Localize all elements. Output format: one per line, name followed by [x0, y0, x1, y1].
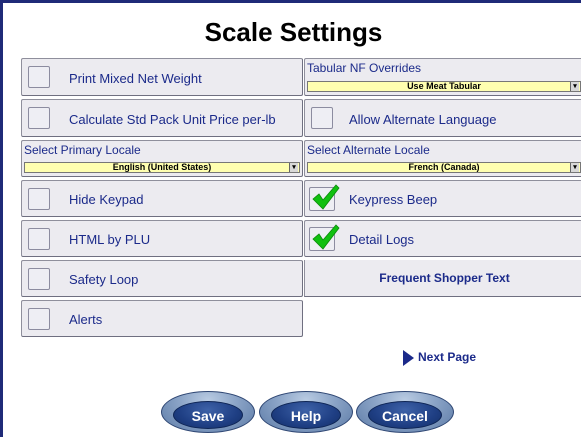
print-mixed-net-weight-label: Print Mixed Net Weight [69, 71, 202, 86]
detail-logs-label: Detail Logs [349, 232, 415, 247]
html-by-plu-label: HTML by PLU [69, 232, 151, 247]
select-alternate-locale-dropdown[interactable]: French (Canada) ▾ [307, 162, 581, 173]
alerts-option[interactable]: Alerts [21, 300, 303, 337]
keypress-beep-label: Keypress Beep [349, 192, 438, 207]
dropdown-arrow-icon[interactable]: ▾ [289, 163, 298, 172]
cancel-button-label: Cancel [368, 401, 442, 429]
tabular-nf-overrides-select[interactable]: Tabular NF Overrides Use Meat Tabular ▾ [304, 58, 581, 96]
select-primary-locale-select[interactable]: Select Primary Locale English (United St… [21, 140, 303, 177]
allow-alternate-language-checkbox[interactable] [311, 107, 333, 129]
detail-logs-option[interactable]: Detail Logs [304, 220, 581, 257]
select-alternate-locale-label: Select Alternate Locale [307, 143, 430, 157]
keypress-beep-option[interactable]: Keypress Beep [304, 180, 581, 217]
html-by-plu-checkbox[interactable] [28, 228, 50, 250]
frequent-shopper-text-label: Frequent Shopper Text [379, 271, 510, 285]
safety-loop-label: Safety Loop [69, 272, 139, 287]
tabular-nf-overrides-value: Use Meat Tabular [407, 81, 481, 91]
page-title: Scale Settings [204, 17, 383, 47]
calculate-std-pack-option[interactable]: Calculate Std Pack Unit Price per-lb [21, 99, 303, 137]
scale-settings-window: Scale Settings Print Mixed Net Weight Ta… [0, 0, 581, 437]
select-primary-locale-dropdown[interactable]: English (United States) ▾ [24, 162, 300, 173]
help-button[interactable]: Help [259, 391, 353, 433]
calculate-std-pack-checkbox[interactable] [28, 107, 50, 129]
keypress-beep-checkbox[interactable] [309, 184, 340, 211]
select-primary-locale-value: English (United States) [112, 162, 212, 172]
select-primary-locale-label: Select Primary Locale [24, 143, 141, 157]
hide-keypad-label: Hide Keypad [69, 192, 144, 207]
print-mixed-net-weight-checkbox[interactable] [28, 66, 50, 88]
alerts-checkbox[interactable] [28, 308, 50, 330]
print-mixed-net-weight-option[interactable]: Print Mixed Net Weight [21, 58, 303, 96]
play-arrow-icon [403, 350, 414, 366]
allow-alternate-language-label: Allow Alternate Language [349, 112, 497, 127]
select-alternate-locale-value: French (Canada) [408, 162, 480, 172]
select-alternate-locale-select[interactable]: Select Alternate Locale French (Canada) … [304, 140, 581, 177]
save-button[interactable]: Save [161, 391, 255, 433]
html-by-plu-option[interactable]: HTML by PLU [21, 220, 303, 257]
safety-loop-checkbox[interactable] [28, 268, 50, 290]
checkmark-icon [312, 184, 340, 210]
next-page-label: Next Page [418, 350, 477, 365]
detail-logs-checkbox[interactable] [309, 224, 340, 251]
hide-keypad-checkbox[interactable] [28, 188, 50, 210]
dropdown-arrow-icon[interactable]: ▾ [570, 82, 579, 91]
frequent-shopper-text-button[interactable]: Frequent Shopper Text [304, 260, 581, 297]
help-button-label: Help [271, 401, 341, 429]
checkmark-icon [312, 224, 340, 250]
dropdown-arrow-icon[interactable]: ▾ [570, 163, 579, 172]
alerts-label: Alerts [69, 312, 103, 327]
hide-keypad-option[interactable]: Hide Keypad [21, 180, 303, 217]
save-button-label: Save [173, 401, 243, 429]
calculate-std-pack-label: Calculate Std Pack Unit Price per-lb [69, 112, 276, 127]
safety-loop-option[interactable]: Safety Loop [21, 260, 303, 297]
tabular-nf-overrides-dropdown[interactable]: Use Meat Tabular ▾ [307, 81, 581, 92]
cancel-button[interactable]: Cancel [356, 391, 454, 433]
tabular-nf-overrides-label: Tabular NF Overrides [307, 61, 422, 75]
next-page-link[interactable]: Next Page [403, 350, 476, 366]
allow-alternate-language-option[interactable]: Allow Alternate Language [304, 99, 581, 137]
